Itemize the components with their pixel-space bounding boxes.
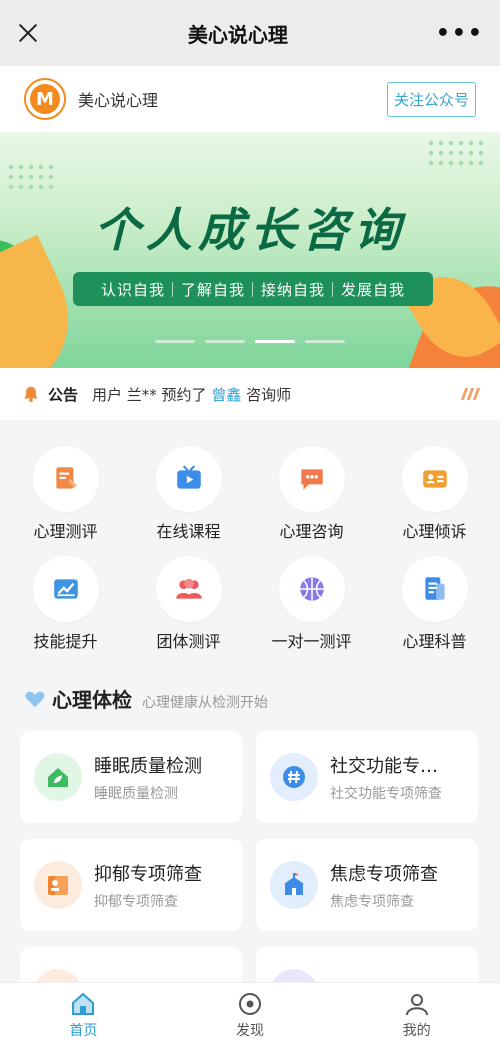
grid-item[interactable]: 在线课程 [127,446,250,542]
scroll-marker-icon [460,388,481,400]
grid-item-label: 在线课程 [156,522,221,541]
card-texts: 抑郁专项筛查 抑郁专项筛查 [94,860,202,911]
grid-icon-circle [155,556,222,622]
clipboard-edit-icon [55,467,77,489]
section-subtitle: 心理健康从检测开始 [142,695,268,711]
card-texts: 社交功能专… 社交功能专项筛查 [330,752,442,803]
account-name: 美心说心理 [78,91,159,110]
top-navbar: 美心说心理 ••• [0,0,500,66]
grid-icon-circle [401,556,468,622]
tv-play-icon [176,465,201,489]
grid-icon-circle [278,446,345,512]
tab-discover[interactable]: 发现 [167,983,334,1048]
grid-item-label: 心理测评 [33,522,98,541]
banner-subtitle: 认识自我｜了解自我｜接纳自我｜发展自我 [73,272,433,306]
section-header: 心理体检 心理健康从检测开始 [0,652,500,713]
tab-label: 发现 [236,1023,264,1039]
banner-title: 个人成长咨询 [94,203,406,257]
notice-text-after: 咨询师 [241,385,292,404]
carousel-dot[interactable] [155,340,195,343]
grid-item[interactable]: 团体测评 [127,556,250,652]
chat-bubble-icon [300,469,323,490]
card-title: 抑郁专项筛查 [94,863,202,885]
carousel-dot[interactable] [255,340,295,343]
home-icon [72,992,95,1015]
card-title: 睡眠质量检测 [94,755,202,777]
banner-dots-decoration [6,162,56,192]
logo-letter: M [30,84,60,114]
building-icon [284,873,304,895]
card-icon-circle [34,753,82,801]
card-subtitle: 焦虑专项筛查 [330,893,414,910]
trend-chart-icon [53,579,78,599]
checkup-card[interactable]: 焦虑专项筛查 焦虑专项筛查 [256,839,478,931]
card-texts: 睡眠质量检测 睡眠质量检测 [94,752,202,803]
ball-icon [299,577,324,601]
tab-label: 我的 [402,1023,431,1039]
tab-label: 首页 [69,1023,98,1039]
checkup-card[interactable]: 抑郁专项筛查 抑郁专项筛查 [20,839,242,931]
card-subtitle: 社交功能专项筛查 [330,785,442,802]
document-icon [424,577,445,600]
group-people-icon [175,578,202,599]
grid-item-label: 心理科普 [402,632,467,651]
more-menu-icon[interactable]: ••• [436,21,484,46]
grid-icon-circle [155,446,222,512]
grid-icon-circle [401,446,468,512]
grid-item[interactable]: 心理咨询 [250,446,373,542]
card-subtitle: 抑郁专项筛查 [94,893,178,910]
carousel-dot[interactable] [205,340,245,343]
card-texts: 焦虑专项筛查 焦虑专项筛查 [330,860,438,911]
close-icon[interactable] [16,21,40,45]
notice-text-before: 用户 兰** 预约了 [92,385,212,404]
grid-icon-circle [32,446,99,512]
heart-icon [25,691,45,707]
grid-item-label: 心理咨询 [279,522,344,541]
banner-carousel[interactable]: 个人成长咨询 认识自我｜了解自我｜接纳自我｜发展自我 [0,132,500,368]
card-icon-circle [270,861,318,909]
card-subtitle: 睡眠质量检测 [94,785,178,802]
follow-button[interactable]: 关注公众号 [386,81,476,117]
checkup-card[interactable]: 社交功能专… 社交功能专项筛查 [256,731,478,823]
discover-icon [239,993,261,1015]
grid-icon-circle [32,556,99,622]
function-grid: 心理测评 在线课程 心理咨询 心理倾诉 技能提升 团体测评 一对一测评 心理科普 [0,420,500,652]
grid-item-label: 心理倾诉 [402,522,467,541]
contact-card-icon [422,470,447,488]
grid-item[interactable]: 一对一测评 [250,556,373,652]
banner-dots-decoration [426,138,486,168]
grid-item-label: 技能提升 [33,632,98,651]
grid-item-label: 团体测评 [156,632,221,651]
grid-icon-circle [278,556,345,622]
user-icon [405,994,428,1016]
tab-home[interactable]: 首页 [0,983,167,1048]
card-icon-circle [270,753,318,801]
section-title: 心理体检 [52,688,132,712]
grid-item-label: 一对一测评 [271,632,352,651]
notice-text: 用户 兰** 预约了 曾鑫 咨询师 [92,384,463,405]
card-title: 社交功能专… [330,755,438,777]
home-leaf-icon [48,768,68,787]
bottom-tabbar: 首页 发现 我的 [0,982,500,1048]
account-logo: M [24,78,66,120]
notice-label: 公告 [48,385,79,404]
grid-item[interactable]: 心理测评 [4,446,127,542]
card-title: 焦虑专项筛查 [330,863,438,885]
notice-bar[interactable]: 公告 用户 兰** 预约了 曾鑫 咨询师 [0,368,500,420]
notice-counselor-name[interactable]: 曾鑫 [211,386,241,404]
checkup-card[interactable]: 睡眠质量检测 睡眠质量检测 [20,731,242,823]
account-bar: M 美心说心理 关注公众号 [0,66,500,132]
page-title: 美心说心理 [187,22,288,47]
grid-item[interactable]: 心理倾诉 [373,446,496,542]
carousel-indicator [155,340,345,343]
cards-icon [48,876,68,895]
tab-user[interactable]: 我的 [333,983,500,1048]
grid-item[interactable]: 心理科普 [373,556,496,652]
card-icon-circle [34,861,82,909]
grid-item[interactable]: 技能提升 [4,556,127,652]
bell-icon [24,386,38,403]
carousel-dot[interactable] [305,340,345,343]
hashtag-icon [283,766,305,788]
